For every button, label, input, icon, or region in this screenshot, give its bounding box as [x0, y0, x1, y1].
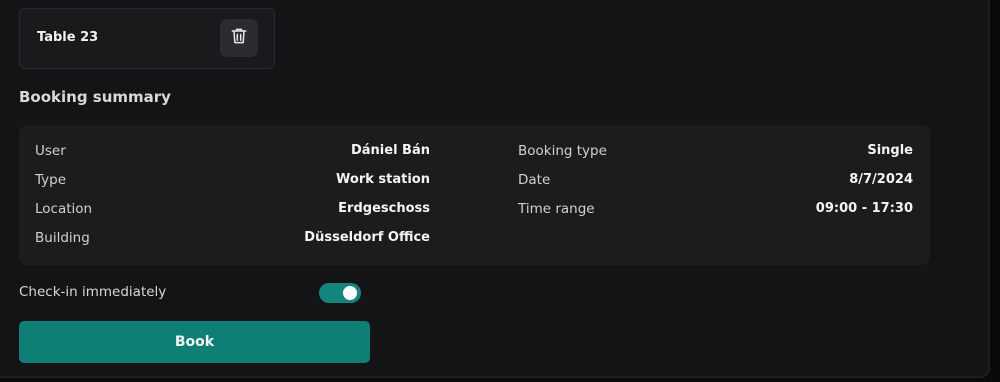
delete-table-button[interactable] — [220, 19, 258, 57]
summary-label: Booking type — [518, 143, 607, 159]
summary-label: User — [35, 143, 66, 159]
booking-summary-title: Booking summary — [19, 88, 171, 106]
summary-label: Date — [518, 172, 551, 188]
trash-icon — [229, 26, 249, 50]
summary-label: Type — [35, 172, 67, 188]
booking-summary-box: User Dániel Bán Type Work station Locati… — [19, 125, 930, 265]
booking-panel: Table 23 Booking summary User Dániel Bán… — [0, 0, 990, 378]
summary-value: Erdgeschoss — [338, 201, 430, 216]
toggle-knob — [343, 286, 357, 300]
checkin-label: Check-in immediately — [19, 284, 167, 300]
summary-value: Single — [867, 143, 913, 158]
summary-row-time-range: Time range 09:00 - 17:30 — [518, 199, 913, 219]
summary-row-location: Location Erdgeschoss — [35, 199, 430, 219]
summary-row-user: User Dániel Bán — [35, 141, 430, 161]
summary-label: Time range — [518, 201, 595, 217]
table-name: Table 23 — [37, 30, 99, 45]
table-card: Table 23 — [19, 8, 275, 69]
checkin-toggle[interactable] — [319, 283, 361, 303]
summary-row-building: Building Düsseldorf Office — [35, 228, 430, 248]
summary-row-date: Date 8/7/2024 — [518, 170, 913, 190]
summary-label: Location — [35, 201, 93, 217]
summary-value: Work station — [336, 172, 430, 187]
summary-value: Düsseldorf Office — [304, 230, 430, 245]
summary-value: Dániel Bán — [350, 143, 430, 158]
summary-value: 8/7/2024 — [849, 172, 913, 187]
summary-label: Building — [35, 230, 90, 246]
summary-value: 09:00 - 17:30 — [815, 201, 913, 216]
book-button[interactable]: Book — [19, 321, 370, 363]
summary-row-booking-type: Booking type Single — [518, 141, 913, 161]
summary-row-type: Type Work station — [35, 170, 430, 190]
